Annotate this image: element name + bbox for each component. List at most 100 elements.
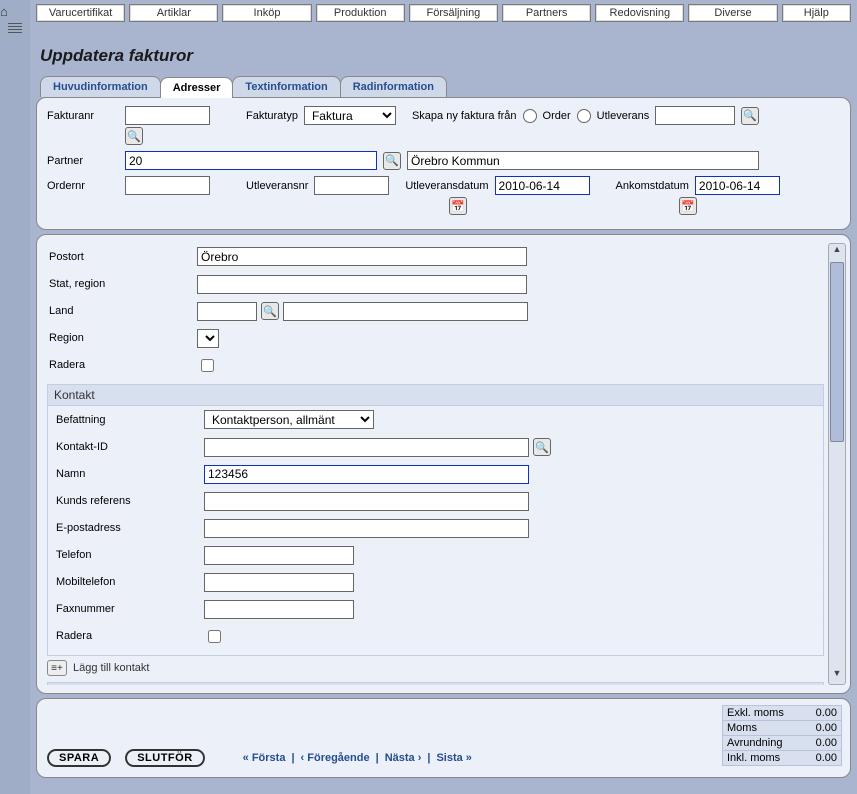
land-code-input[interactable] — [197, 302, 257, 321]
ankomstdatum-calendar-icon[interactable]: 📅 — [679, 197, 697, 215]
radera-addr-label: Radera — [47, 359, 197, 371]
fakturanr-search-icon[interactable]: 🔍 — [125, 127, 143, 145]
ordernr-input[interactable] — [125, 176, 210, 195]
menu-inkop[interactable]: Inköp — [222, 4, 311, 22]
ankomstdatum-label: Ankomstdatum — [616, 180, 689, 192]
order-label: Order — [543, 110, 571, 122]
order-radio[interactable] — [523, 109, 537, 123]
menu-hjalp[interactable]: Hjälp — [782, 4, 851, 22]
kontaktid-search-icon[interactable]: 🔍 — [533, 438, 551, 456]
ankomstdatum-input[interactable] — [695, 176, 780, 195]
kontaktid-input[interactable] — [204, 438, 529, 457]
pager: « Första | ‹ Föregående | Nästa › | Sist… — [243, 752, 472, 764]
home-icon[interactable]: ⌂ — [0, 4, 30, 19]
plus-icon: ≡+ — [47, 660, 67, 676]
address-scroll-body: Postort Stat, region Land 🔍 Region — [47, 243, 824, 685]
tab-adresser[interactable]: Adresser — [160, 77, 234, 98]
region-label: Region — [47, 332, 197, 344]
tab-huvudinformation[interactable]: Huvudinformation — [40, 76, 161, 97]
inkl-label: Inkl. moms — [727, 752, 780, 764]
land-search-icon[interactable]: 🔍 — [261, 302, 279, 320]
menu-diverse[interactable]: Diverse — [688, 4, 777, 22]
avr-value: 0.00 — [816, 737, 837, 749]
menu-partners[interactable]: Partners — [502, 4, 591, 22]
utleveransdatum-label: Utleveransdatum — [405, 180, 488, 192]
namn-label: Namn — [54, 468, 204, 480]
slutfor-button[interactable]: SLUTFÖR — [125, 749, 204, 767]
pager-first[interactable]: « Första — [243, 752, 286, 764]
skapa-ref-input[interactable] — [655, 106, 735, 125]
fakturanr-input[interactable] — [125, 106, 210, 125]
ordernr-label: Ordernr — [47, 180, 119, 192]
epost-input[interactable] — [204, 519, 529, 538]
stat-input[interactable] — [197, 275, 527, 294]
mobil-input[interactable] — [204, 573, 354, 592]
exkl-label: Exkl. moms — [727, 707, 784, 719]
menu-redovisning[interactable]: Redovisning — [595, 4, 684, 22]
fax-input[interactable] — [204, 600, 354, 619]
utleveransdatum-calendar-icon[interactable]: 📅 — [449, 197, 467, 215]
befattning-select[interactable]: Kontaktperson, allmänt — [204, 410, 374, 429]
partner-label: Partner — [47, 155, 119, 167]
menu-varucertifikat[interactable]: Varucertifikat — [36, 4, 125, 22]
totals-box: Exkl. moms 0.00 Moms 0.00 Avrundning 0.00 I… — [722, 705, 842, 765]
menu-produktion[interactable]: Produktion — [316, 4, 405, 22]
skapa-label: Skapa ny faktura från — [412, 110, 517, 122]
fakturanr-label: Fakturanr — [47, 110, 119, 122]
moms-label: Moms — [727, 722, 757, 734]
fax-label: Faxnummer — [54, 603, 204, 615]
namn-input[interactable] — [204, 465, 529, 484]
add-kontakt-link[interactable]: ≡+ Lägg till kontakt — [47, 656, 824, 680]
adress-section-header: Adress — [47, 682, 824, 685]
pager-prev[interactable]: ‹ Föregående — [301, 752, 370, 764]
telefon-label: Telefon — [54, 549, 204, 561]
telefon-input[interactable] — [204, 546, 354, 565]
footer-panel: Exkl. moms 0.00 Moms 0.00 Avrundning 0.00 I… — [36, 698, 851, 778]
menu-artiklar[interactable]: Artiklar — [129, 4, 218, 22]
header-panel: Fakturanr Fakturatyp Faktura Skapa ny fa… — [36, 97, 851, 230]
pager-next[interactable]: Nästa › — [385, 752, 422, 764]
radera-kontakt-checkbox[interactable] — [208, 630, 221, 643]
scroll-up-icon[interactable]: ▲ — [829, 244, 845, 260]
spara-button[interactable]: SPARA — [47, 749, 111, 767]
region-select[interactable] — [197, 329, 219, 348]
exkl-value: 0.00 — [816, 707, 837, 719]
utleverans-radio[interactable] — [577, 109, 591, 123]
stat-label: Stat, region — [47, 278, 197, 290]
radera-addr-checkbox[interactable] — [201, 359, 214, 372]
kontakt-section-body: Befattning Kontaktperson, allmänt Kontak… — [47, 406, 824, 656]
menu-forsaljning[interactable]: Försäljning — [409, 4, 498, 22]
moms-value: 0.00 — [816, 722, 837, 734]
avr-label: Avrundning — [727, 737, 782, 749]
kundsref-input[interactable] — [204, 492, 529, 511]
kontakt-section-header: Kontakt — [47, 384, 824, 406]
pager-last[interactable]: Sista » — [436, 752, 471, 764]
radera-kontakt-label: Radera — [54, 630, 204, 642]
tab-textinformation[interactable]: Textinformation — [232, 76, 340, 97]
drag-grip-icon[interactable] — [8, 23, 22, 35]
fakturatyp-label: Fakturatyp — [246, 110, 298, 122]
fakturatyp-select[interactable]: Faktura — [304, 106, 396, 125]
scrollbar[interactable]: ▲ ▼ — [828, 243, 846, 685]
tab-bar: Huvudinformation Adresser Textinformatio… — [40, 76, 857, 97]
utleveransnr-label: Utleveransnr — [246, 180, 308, 192]
postort-input[interactable] — [197, 247, 527, 266]
scroll-thumb[interactable] — [830, 262, 844, 442]
utleveransnr-input[interactable] — [314, 176, 389, 195]
kundsref-label: Kunds referens — [54, 495, 204, 507]
scroll-down-icon[interactable]: ▼ — [829, 668, 845, 684]
partner-search-icon[interactable]: 🔍 — [383, 152, 401, 170]
tab-radinformation[interactable]: Radinformation — [340, 76, 447, 97]
kontaktid-label: Kontakt-ID — [54, 441, 204, 453]
skapa-search-icon[interactable]: 🔍 — [741, 107, 759, 125]
partner-id-input[interactable] — [125, 151, 377, 170]
page-title: Uppdatera fakturor — [30, 26, 857, 76]
partner-name-display — [407, 151, 759, 170]
land-name-display — [283, 302, 528, 321]
inkl-value: 0.00 — [816, 752, 837, 764]
utleveransdatum-input[interactable] — [495, 176, 590, 195]
land-label: Land — [47, 305, 197, 317]
postort-label: Postort — [47, 251, 197, 263]
mobil-label: Mobiltelefon — [54, 576, 204, 588]
main-area: Varucertifikat Artiklar Inköp Produktion… — [30, 0, 857, 794]
